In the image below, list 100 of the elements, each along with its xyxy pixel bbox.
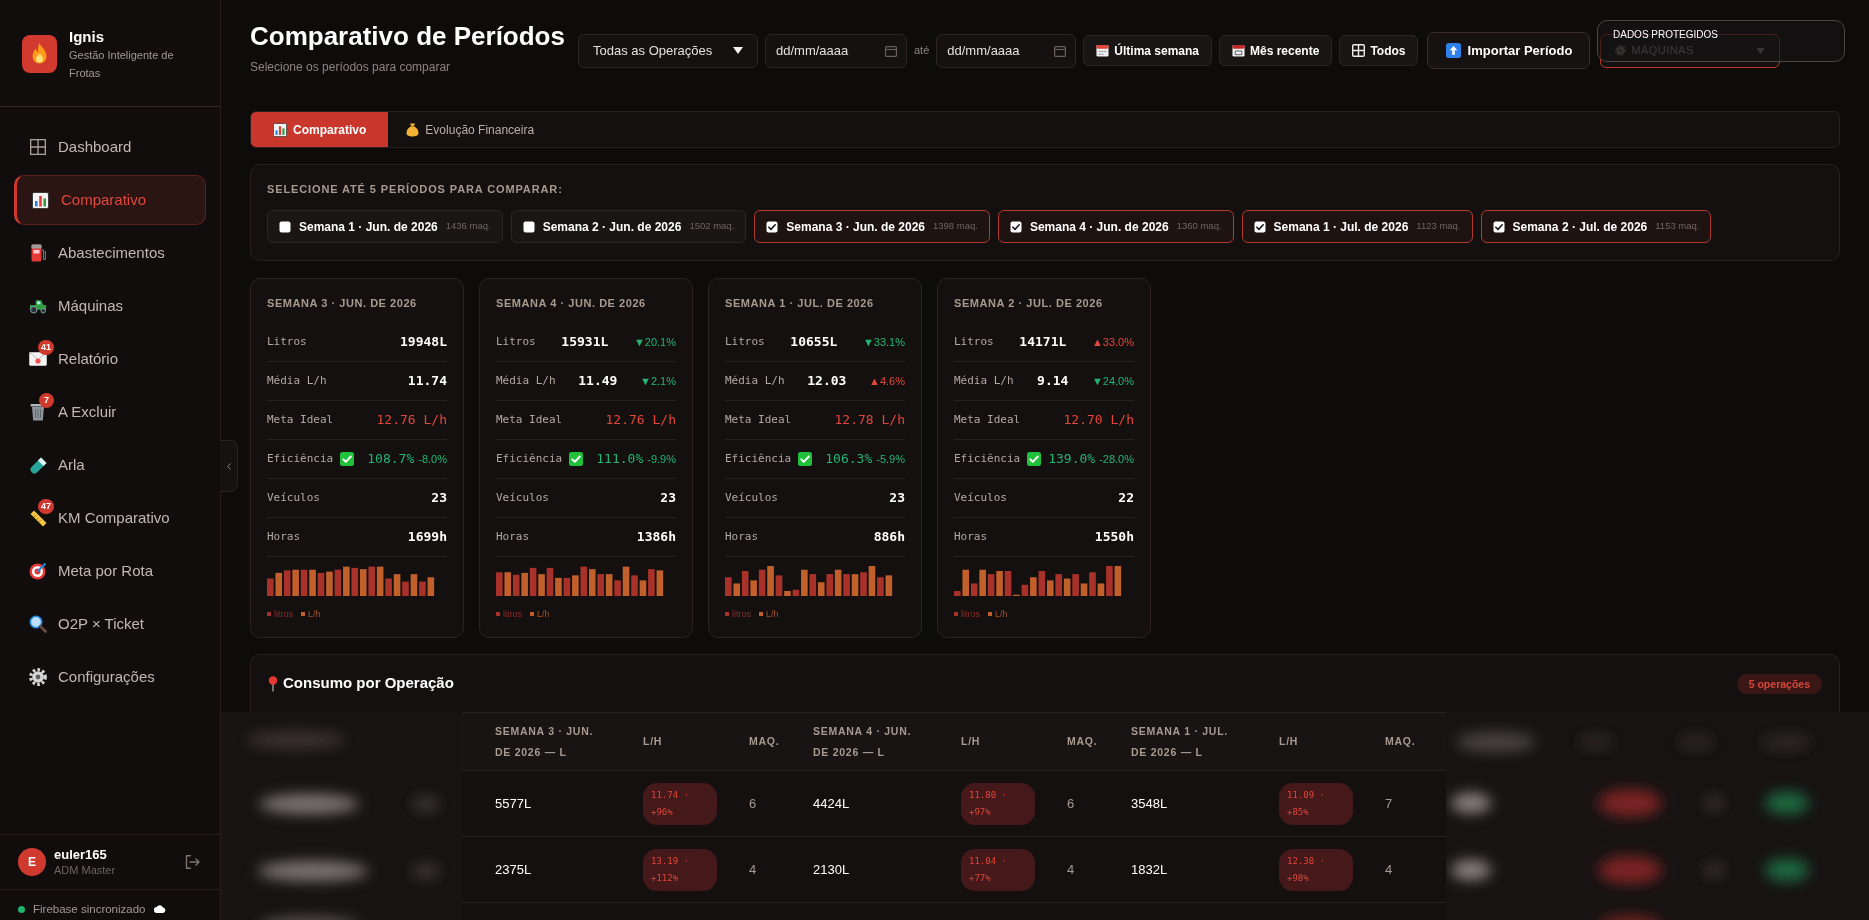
change-value: ▼2.1% <box>640 373 676 389</box>
nav-item[interactable]: Comparativo <box>14 175 206 225</box>
rate-badge: 11.80 · +97% <box>961 782 1035 825</box>
lh-bar <box>733 583 741 596</box>
count-badge: 5 operações <box>1736 673 1822 694</box>
legend-label: litros <box>961 609 980 619</box>
lh-bar <box>521 572 528 596</box>
calendar-icon <box>885 44 897 57</box>
lh-bar <box>393 574 401 596</box>
cloud-icon <box>153 905 166 913</box>
metric-label: Meta Ideal <box>267 411 334 428</box>
lh-bar <box>750 580 757 596</box>
lh-bar <box>868 566 876 596</box>
import-button[interactable]: Importar Período <box>1427 32 1591 69</box>
column-header: MAQ. <box>749 734 781 749</box>
card-title: SEMANA 4 · JUN. DE 2026 <box>496 296 647 310</box>
nav-item[interactable]: O2P × Ticket <box>14 599 206 649</box>
period-chip[interactable]: Semana 1 · Jul. de 2026 1123 maq. <box>1241 210 1473 243</box>
section-label: SELECIONE ATÉ 5 PERÍODOS PARA COMPARAR: <box>267 182 564 196</box>
lh-bar <box>572 575 579 596</box>
lh-bar <box>885 575 893 596</box>
efficiency-value: 139.0% <box>1048 450 1096 469</box>
litros-bar <box>775 575 783 596</box>
legend-label: litros <box>732 609 751 619</box>
nav-item[interactable]: Dashboard <box>14 122 206 172</box>
litros-bar <box>267 578 274 596</box>
metric-value: 9.14 <box>1037 372 1069 391</box>
lh-bar <box>588 569 596 596</box>
date-field[interactable]: dd/mm/aaaa <box>765 33 907 68</box>
lh-bar <box>605 574 613 596</box>
lh-bar <box>639 580 647 596</box>
period-chip[interactable]: Semana 2 · Jul. de 2026 1153 maq. <box>1480 210 1712 243</box>
table-cell-text: 1832L <box>1131 860 1168 879</box>
nav-item[interactable]: Arla <box>14 440 206 490</box>
litros-bar <box>970 583 978 596</box>
collapse-handle[interactable] <box>220 440 238 492</box>
table-cell-text: 2375L <box>495 860 532 879</box>
grid-icon <box>30 139 46 155</box>
period-chip[interactable]: Semana 3 · Jun. de 2026 1398 maq. <box>754 210 990 243</box>
metric-label: Média L/h <box>954 372 1014 389</box>
metric-label: Veículos <box>725 489 778 506</box>
target-value: 12.70 L/h <box>1063 411 1134 430</box>
quick-range-button[interactable]: Mês recente <box>1219 35 1333 66</box>
nav-item[interactable]: 41 Relatório <box>14 334 206 384</box>
change-value: ▼24.0% <box>1091 373 1134 389</box>
page-subtitle: Selecione os períodos para comparar <box>250 59 452 75</box>
operation-select[interactable]: Todas as Operações <box>578 33 758 68</box>
metric-value: 19948L <box>400 333 447 352</box>
column-header: SEMANA 1 · JUL. DE 2026 — L <box>1131 723 1229 760</box>
litros-bar <box>300 569 308 596</box>
notification-badge: 7 <box>39 393 54 408</box>
change-value: ▼20.1% <box>633 334 676 350</box>
metric-value: 22 <box>1118 489 1134 508</box>
period-chip[interactable]: Semana 1 · Jun. de 2026 1436 maq. <box>267 210 503 243</box>
table-cell-text: 4 <box>749 860 757 879</box>
test-tube-icon <box>29 456 47 474</box>
metric-label: Litros <box>496 333 536 350</box>
date-field[interactable]: dd/mm/aaaa <box>936 33 1077 68</box>
change-value: -28.0% <box>1099 451 1134 467</box>
quick-range-button[interactable]: Todos <box>1339 35 1419 66</box>
metric-label: Litros <box>267 333 307 350</box>
envelope-icon <box>29 352 47 366</box>
tab[interactable]: Comparativo <box>251 112 389 147</box>
target-value: 12.76 L/h <box>376 411 447 430</box>
nav-item[interactable]: 47 KM Comparativo <box>14 493 206 543</box>
litros-bar <box>758 569 766 596</box>
period-chip[interactable]: Semana 2 · Jun. de 2026 1502 maq. <box>510 210 747 243</box>
lh-bar <box>555 577 562 596</box>
metric-label: Eficiência <box>954 450 1021 467</box>
litros-bar <box>987 574 995 596</box>
nav-item[interactable]: Configurações <box>14 652 206 702</box>
period-chip[interactable]: Semana 4 · Jun. de 2026 1360 maq. <box>997 210 1234 243</box>
chevron-left-icon <box>226 462 231 470</box>
nav-item[interactable]: Abastecimentos <box>14 228 206 278</box>
metric-label: Meta Ideal <box>954 411 1021 428</box>
lh-bar <box>1080 583 1088 596</box>
lh-bar <box>656 570 664 596</box>
logout-icon[interactable] <box>185 855 200 869</box>
quick-range-button[interactable]: Última semana <box>1083 35 1212 66</box>
nav-item[interactable]: 7 A Excluir <box>14 387 206 437</box>
lh-bar <box>1046 580 1054 596</box>
tab[interactable]: Evolução Financeira <box>388 112 553 147</box>
fuel-pump-icon <box>30 244 46 262</box>
tractor-icon <box>29 298 47 314</box>
metric-label: Eficiência <box>725 450 792 467</box>
app-tagline: Gestão Inteligente de Frotas <box>69 48 175 81</box>
litros-bar <box>317 572 325 596</box>
change-value: ▲33.0% <box>1091 334 1134 350</box>
litros-bar <box>402 581 409 596</box>
legend-label: litros <box>274 609 293 619</box>
trash-can-icon <box>30 403 46 421</box>
efficiency-value: 108.7% <box>367 450 415 469</box>
metric-label: Eficiência <box>267 450 334 467</box>
column-header: L/H <box>961 734 982 749</box>
column-header: MAQ. <box>1067 734 1099 749</box>
lh-bar <box>834 569 842 596</box>
nav-item[interactable]: Máquinas <box>14 281 206 331</box>
nav-item[interactable]: Meta por Rota <box>14 546 206 596</box>
change-value: ▲4.6% <box>869 373 905 389</box>
range-separator: até <box>914 43 930 59</box>
